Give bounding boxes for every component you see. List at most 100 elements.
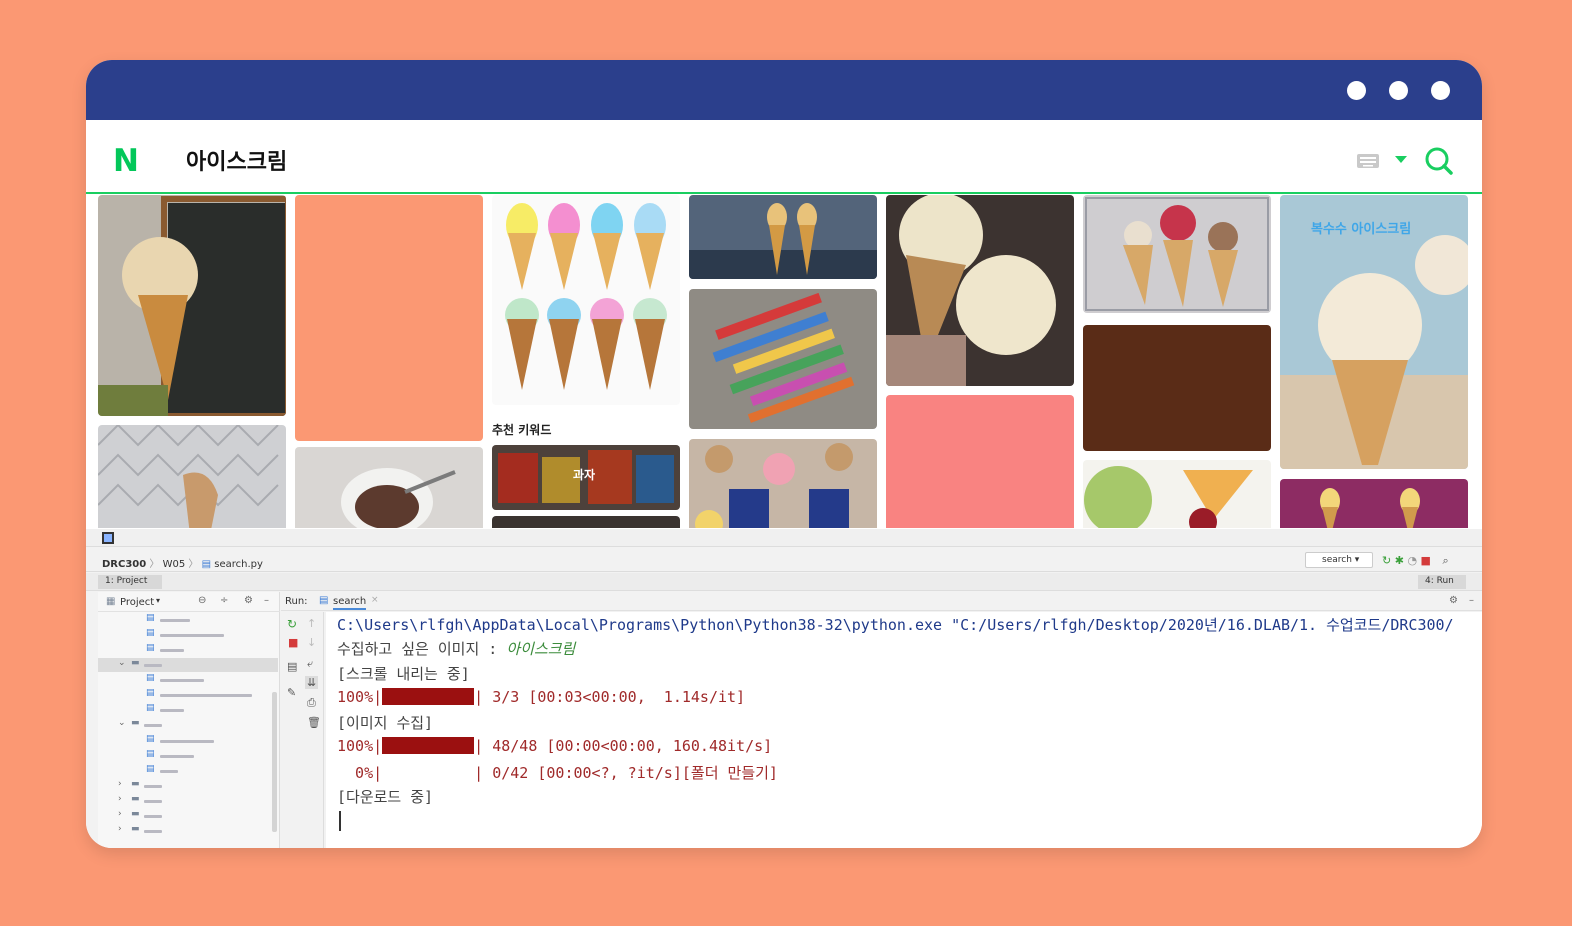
- navigation-bar: DRC300 〉 W05 〉 ▤ search.py search ▾ ↻ ✱ …: [86, 548, 1482, 572]
- tree-folder[interactable]: › ▬: [118, 824, 268, 838]
- console-output[interactable]: C:\Users\rlfgh\AppData\Local\Programs\Py…: [326, 612, 1482, 848]
- result-image[interactable]: [98, 195, 286, 416]
- result-image-placeholder[interactable]: [886, 395, 1074, 528]
- tree-item[interactable]: ▤: [146, 688, 266, 702]
- image-results-grid: 추천 키워드 과자 복수수 아이스크림: [86, 195, 1482, 528]
- trash-icon[interactable]: 🗑: [307, 716, 321, 729]
- run-icon[interactable]: ↻: [1382, 554, 1391, 567]
- scrollbar[interactable]: [272, 692, 277, 832]
- tree-item[interactable]: ▤: [146, 703, 266, 717]
- progress-bar-empty: [382, 764, 474, 781]
- recommended-keywords-label: 추천 키워드: [492, 423, 552, 437]
- tree-item[interactable]: ▤: [146, 613, 266, 627]
- tool-window-bar: 1: Project 4: Run: [86, 573, 1482, 591]
- minimize-icon[interactable]: –: [264, 595, 269, 606]
- rerun-icon[interactable]: ↻: [287, 617, 297, 631]
- ide-title-strip: [86, 529, 1482, 547]
- search-icon[interactable]: [1424, 146, 1454, 180]
- run-tool-tab[interactable]: 4: Run: [1418, 575, 1466, 589]
- search-bar: [86, 120, 1482, 194]
- breadcrumb-folder[interactable]: W05: [163, 559, 186, 570]
- console-status-download: [다운로드 중]: [337, 788, 434, 806]
- debug-icon[interactable]: ✱: [1395, 554, 1404, 567]
- collapse-icon[interactable]: ⊖: [198, 595, 206, 606]
- dot-icon[interactable]: [1389, 81, 1408, 100]
- chevron-down-icon[interactable]: [1395, 156, 1407, 163]
- dot-icon[interactable]: [1431, 81, 1450, 100]
- python-file-icon: ▤: [201, 559, 212, 570]
- result-image[interactable]: [1280, 479, 1468, 528]
- console-status-collect: [이미지 수집]: [337, 714, 434, 732]
- python-file-icon: ▤: [319, 595, 329, 606]
- console-prompt-line: 수집하고 싶은 이미지 : 아이스크림: [337, 640, 576, 658]
- progress-line-2: 100%| | 48/48 [00:00<00:00, 160.48it/s]: [337, 737, 773, 755]
- tree-folder[interactable]: › ▬: [118, 794, 268, 808]
- layout-icon[interactable]: ▤: [287, 660, 297, 673]
- tree-folder[interactable]: › ▬: [118, 779, 268, 793]
- chevron-down-icon[interactable]: ▾: [156, 596, 160, 605]
- wrap-icon[interactable]: ⤶: [307, 657, 313, 671]
- stop-icon[interactable]: ■: [288, 636, 298, 649]
- tree-item[interactable]: ▤: [146, 734, 266, 748]
- scroll-end-icon[interactable]: ⇊: [305, 676, 319, 689]
- folder-icon: ▦: [106, 596, 116, 607]
- result-image[interactable]: [886, 195, 1074, 386]
- keyword-snack-label[interactable]: 과자: [573, 466, 595, 483]
- tree-folder[interactable]: › ▬: [118, 809, 268, 823]
- tree-folder-selected[interactable]: ⌄ ▬: [98, 658, 278, 672]
- tree-item[interactable]: ▤: [146, 749, 266, 763]
- keyword-tile[interactable]: [492, 516, 680, 528]
- result-image[interactable]: [98, 425, 286, 528]
- result-image[interactable]: [689, 439, 877, 528]
- browser-window: N 아이스크림 추천 키워드 과자 복수수 아이스크림 DRC300 〉 W05…: [86, 60, 1482, 848]
- tree-item[interactable]: ▤: [146, 643, 266, 657]
- run-toolbar: ↻ ↑ ■ ↓ ▤ ⤶ ⇊ ✎ ⎙ 🗑: [281, 612, 324, 848]
- run-label: Run:: [285, 596, 308, 607]
- naver-logo[interactable]: N: [113, 143, 139, 179]
- toolbar-icons: ↻ ✱ ◔ ■ ⌕: [1382, 554, 1449, 568]
- result-image[interactable]: [689, 289, 877, 429]
- console-status-scroll: [스크롤 내리는 중]: [337, 665, 470, 683]
- project-tool-tab[interactable]: 1: Project: [98, 575, 162, 589]
- breadcrumb-project[interactable]: DRC300: [102, 559, 146, 570]
- run-config-select[interactable]: search ▾: [1305, 552, 1373, 568]
- project-panel: ▦ Project ▾ ⊖ ÷ ⚙ – ▤ ▤ ▤ ⌄ ▬ ▤ ▤ ▤ ⌄ ▬ ▤ …: [98, 592, 280, 848]
- console-command-line: C:\Users\rlfgh\AppData\Local\Programs\Py…: [337, 616, 1454, 634]
- result-image[interactable]: [689, 195, 877, 279]
- stop-icon[interactable]: ■: [1421, 554, 1431, 567]
- breadcrumb-file[interactable]: search.py: [214, 559, 263, 570]
- arrow-down-icon[interactable]: ↓: [307, 636, 316, 649]
- progress-bar-fill: [382, 737, 475, 754]
- project-panel-header: ▦ Project ▾ ⊖ ÷ ⚙ –: [98, 592, 280, 612]
- dot-icon[interactable]: [1347, 81, 1366, 100]
- title-bar: [86, 60, 1482, 120]
- progress-line-1: 100%| | 3/3 [00:03<00:00, 1.14s/it]: [337, 688, 746, 706]
- search-icon[interactable]: ⌕: [1442, 554, 1448, 567]
- run-panel-header: Run: ▤ search × ⚙ –: [281, 592, 1482, 611]
- result-image[interactable]: [1083, 195, 1271, 313]
- tree-item[interactable]: ▤: [146, 764, 266, 778]
- arrow-up-icon[interactable]: ↑: [307, 617, 316, 630]
- result-image-placeholder[interactable]: [1083, 325, 1271, 451]
- print-icon[interactable]: ⎙: [307, 696, 316, 710]
- coverage-icon[interactable]: ◔: [1407, 554, 1417, 567]
- search-query[interactable]: 아이스크림: [186, 144, 287, 176]
- result-image[interactable]: [492, 195, 680, 405]
- run-tab-search[interactable]: search: [333, 596, 367, 610]
- result-image[interactable]: [295, 447, 483, 528]
- result-image[interactable]: [1083, 460, 1271, 528]
- console-input-value: 아이스크림: [506, 640, 576, 658]
- result-image-placeholder[interactable]: [295, 195, 483, 441]
- keyboard-icon[interactable]: [1357, 153, 1379, 172]
- tree-item[interactable]: ▤: [146, 628, 266, 642]
- tree-item[interactable]: ▤: [146, 673, 266, 687]
- gear-icon[interactable]: ⚙: [1449, 595, 1458, 606]
- tree-folder[interactable]: ⌄ ▬: [118, 718, 268, 732]
- minimize-icon[interactable]: –: [1469, 595, 1474, 606]
- close-icon[interactable]: ×: [371, 595, 379, 605]
- gear-icon[interactable]: ⚙: [244, 595, 253, 606]
- progress-bar-fill: [382, 688, 475, 705]
- pin-icon[interactable]: ✎: [287, 686, 296, 699]
- text-cursor: [339, 811, 341, 831]
- expand-icon[interactable]: ÷: [220, 595, 228, 606]
